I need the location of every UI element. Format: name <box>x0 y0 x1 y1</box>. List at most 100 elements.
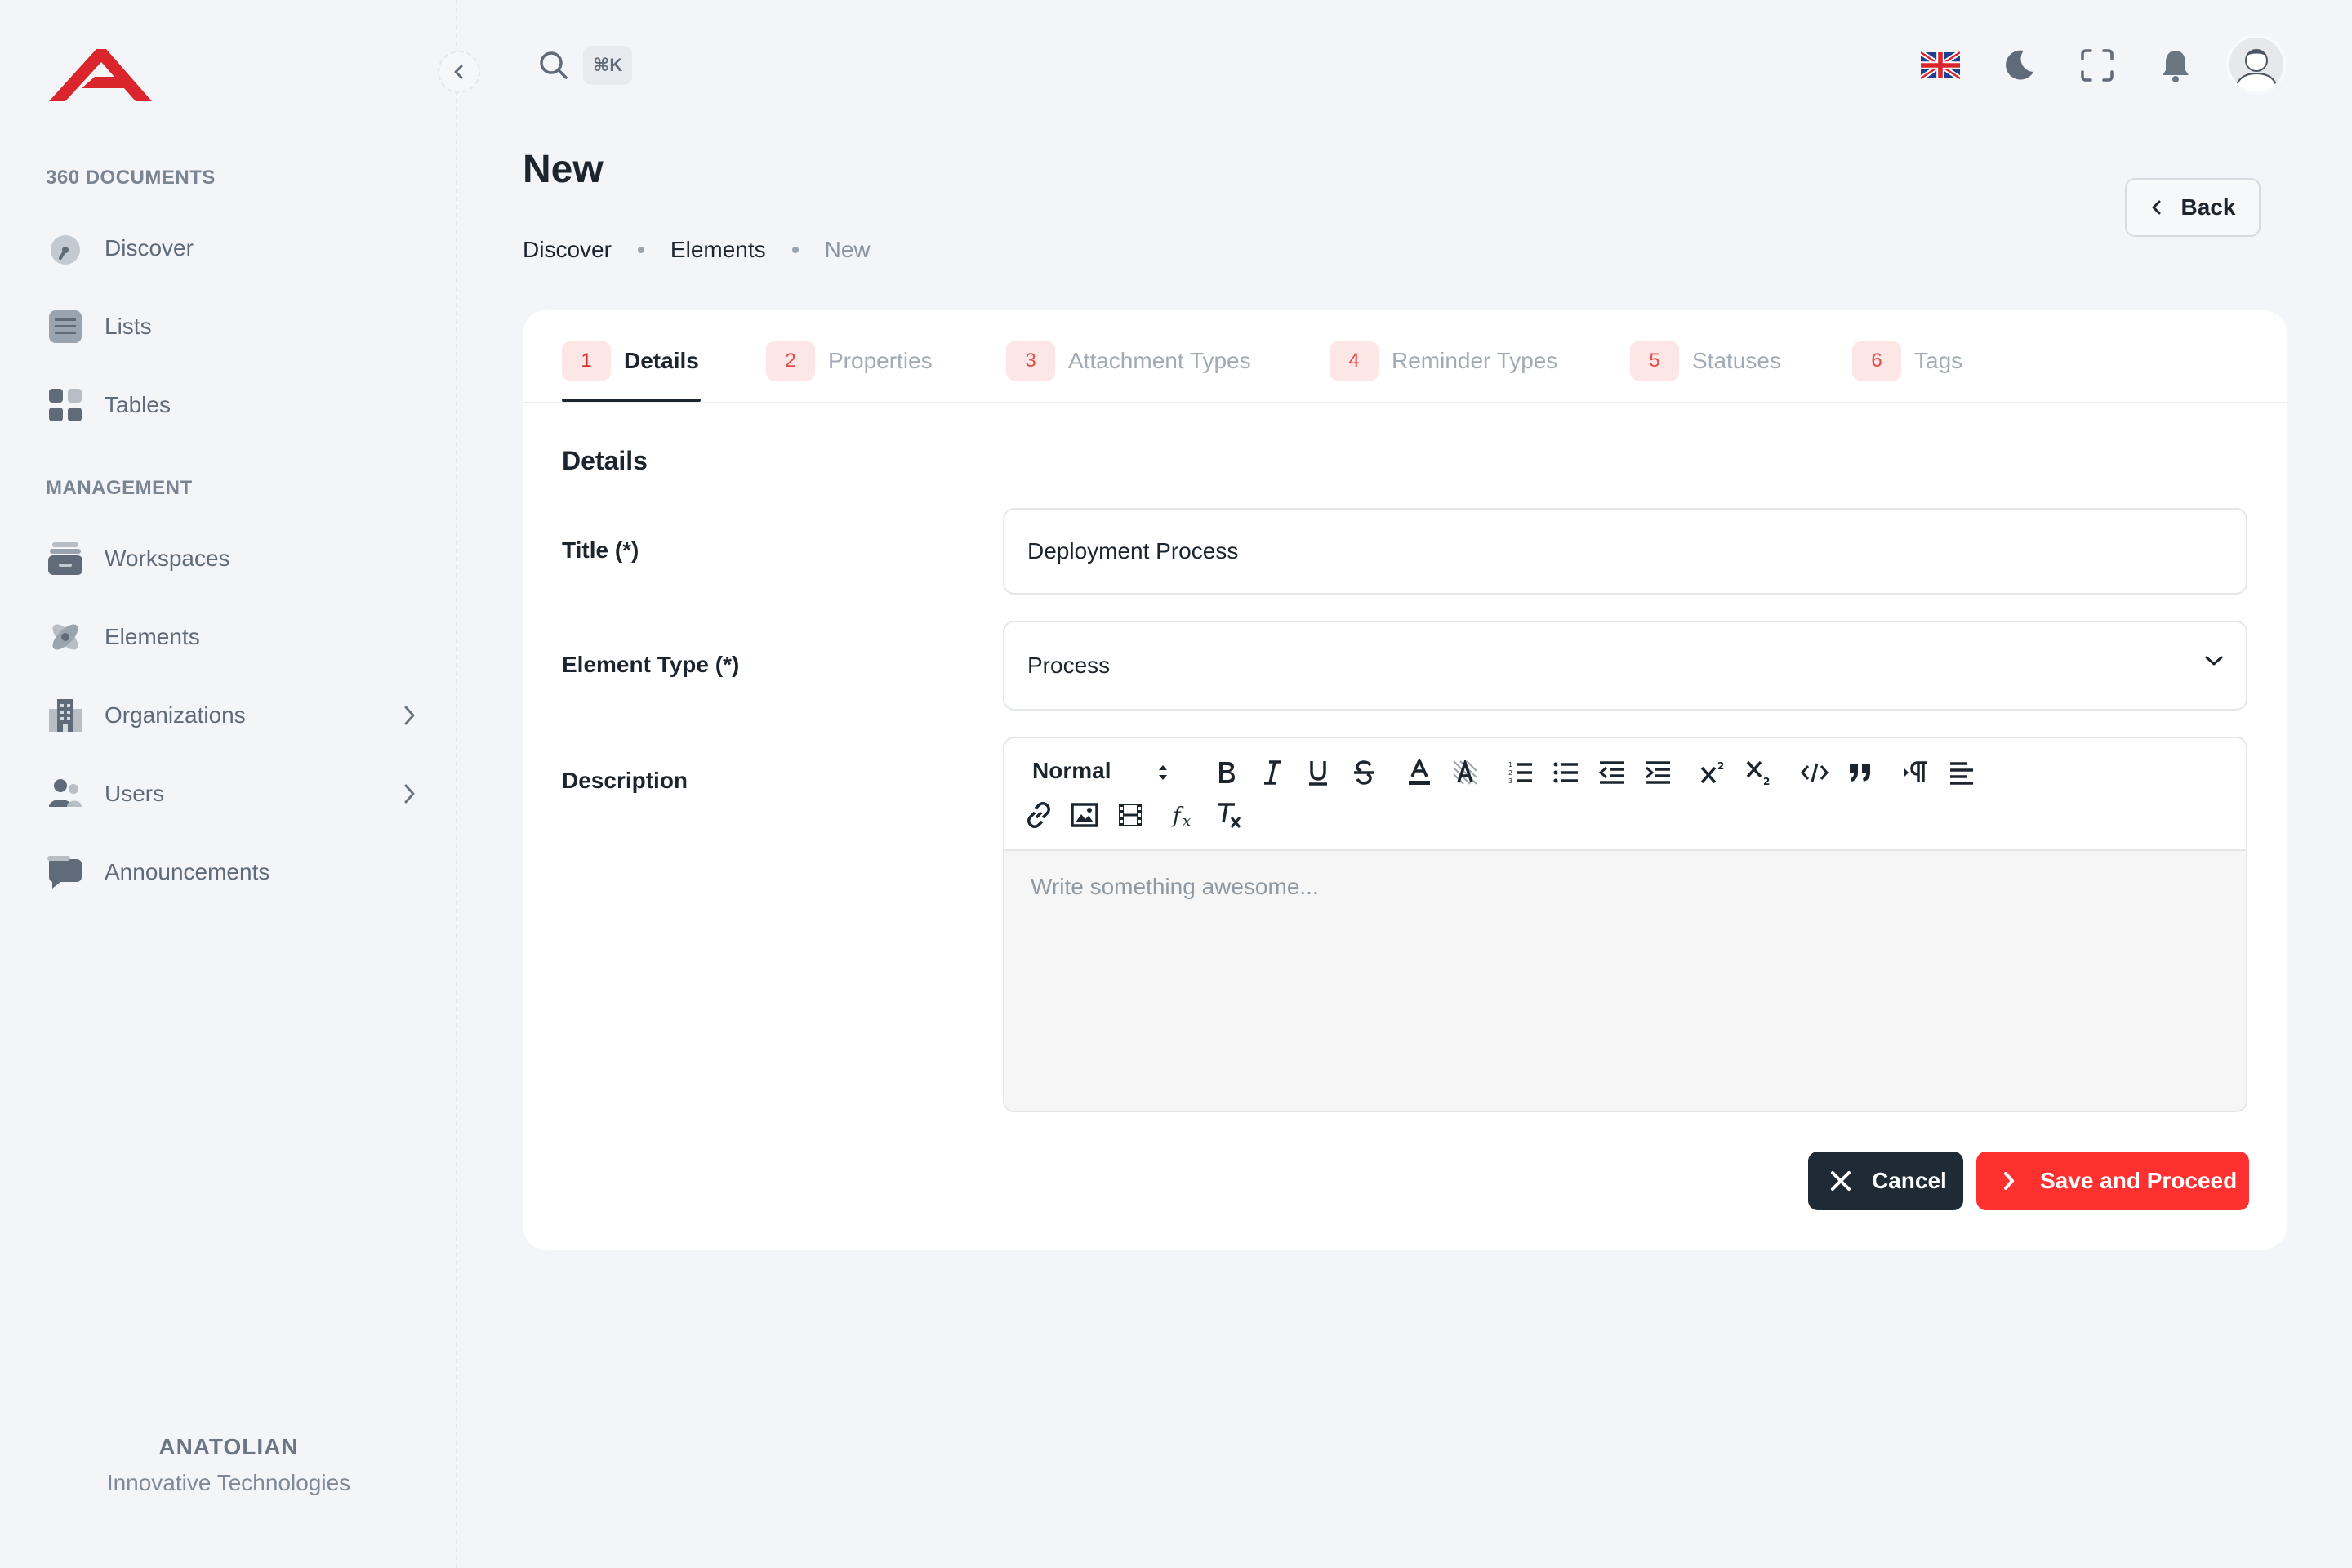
user-avatar-icon <box>2234 49 2279 91</box>
title-input[interactable]: Deployment Process <box>1003 508 2247 595</box>
company-logo[interactable] <box>49 47 152 105</box>
italic-button[interactable] <box>1256 756 1289 789</box>
description-editor: Normal 123 2 2 fx Write something awesom… <box>1003 737 2247 1112</box>
clear-formatting-button[interactable] <box>1214 799 1246 831</box>
italic-icon <box>1264 760 1281 785</box>
tab-step-number: 5 <box>1630 341 1679 381</box>
tab-details[interactable]: 1 Details <box>562 341 699 403</box>
search-shortcut-badge[interactable]: ⌘K <box>583 46 633 85</box>
text-direction-button[interactable] <box>1900 756 1932 789</box>
subscript-button[interactable]: 2 <box>1743 756 1775 789</box>
element-type-select[interactable]: Process <box>1003 621 2247 710</box>
tab-step-number: 1 <box>562 341 611 381</box>
breadcrumb-current: New <box>824 237 871 262</box>
atom-icon <box>46 617 85 657</box>
text-color-icon <box>1409 759 1430 785</box>
bullet-list-button[interactable] <box>1550 756 1583 789</box>
indent-button[interactable] <box>1642 756 1674 789</box>
sidebar-item-label: Lists <box>105 314 152 339</box>
text-color-button[interactable] <box>1403 756 1436 789</box>
svg-text:x: x <box>1183 813 1191 829</box>
underline-icon <box>1309 761 1327 786</box>
sidebar-item-lists[interactable]: Lists <box>46 294 418 359</box>
sidebar-item-label: Workspaces <box>105 546 230 571</box>
editor-placeholder: Write something awesome... <box>1031 874 1319 899</box>
video-button[interactable] <box>1114 799 1147 831</box>
save-and-proceed-button[interactable]: Save and Proceed <box>1976 1152 2249 1210</box>
breadcrumb-elements[interactable]: Elements <box>670 237 766 263</box>
quote-icon <box>1850 764 1870 782</box>
link-button[interactable] <box>1022 799 1055 831</box>
fullscreen-button[interactable] <box>2078 46 2117 85</box>
sidebar-item-discover[interactable]: Discover <box>46 216 418 281</box>
breadcrumb-separator <box>791 247 799 253</box>
title-label: Title (*) <box>562 537 639 563</box>
background-color-button[interactable] <box>1449 756 1481 789</box>
formula-button[interactable]: fx <box>1169 799 1202 831</box>
breadcrumb-discover[interactable]: Discover <box>523 237 612 263</box>
svg-text:2: 2 <box>1717 760 1724 772</box>
language-button[interactable] <box>1921 46 1960 85</box>
editor-toolbar: Normal 123 2 2 fx <box>1004 738 2246 851</box>
align-button[interactable] <box>1945 756 1978 789</box>
user-avatar[interactable] <box>2226 34 2287 95</box>
tab-statuses[interactable]: 5 Statuses <box>1630 341 1781 403</box>
sidebar-item-users[interactable]: Users <box>46 761 418 826</box>
bold-button[interactable] <box>1210 756 1243 789</box>
active-tab-indicator <box>562 399 701 402</box>
description-label: Description <box>562 768 688 793</box>
close-icon <box>1826 1166 1855 1196</box>
sidebar-item-announcements[interactable]: Announcements <box>46 840 418 905</box>
element-type-value: Process <box>1027 653 1111 678</box>
tab-properties[interactable]: 2 Properties <box>766 341 933 403</box>
page-title: New <box>523 148 604 191</box>
tab-step-number: 6 <box>1852 341 1901 381</box>
title-input-value: Deployment Process <box>1027 538 1239 564</box>
tab-attachment-types[interactable]: 3 Attachment Types <box>1006 341 1251 403</box>
search-icon[interactable] <box>537 49 570 82</box>
dark-mode-button[interactable] <box>1999 46 2038 85</box>
subscript-icon: 2 <box>1746 760 1770 786</box>
underline-button[interactable] <box>1302 756 1334 789</box>
code-icon <box>1801 763 1829 782</box>
inbox-icon <box>46 539 85 578</box>
brand-name: ANATOLIAN <box>158 1434 299 1459</box>
tab-step-number: 4 <box>1330 341 1379 381</box>
bullet-list-icon <box>1553 762 1578 783</box>
tab-label: Properties <box>828 348 933 373</box>
tab-reminder-types[interactable]: 4 Reminder Types <box>1330 341 1557 403</box>
sidebar-item-workspaces[interactable]: Workspaces <box>46 526 418 591</box>
collapse-sidebar-button[interactable] <box>438 51 480 93</box>
notifications-button[interactable] <box>2156 46 2195 85</box>
format-select[interactable]: Normal <box>1004 738 1184 795</box>
superscript-button[interactable]: 2 <box>1697 756 1730 789</box>
sidebar-item-organizations[interactable]: Organizations <box>46 683 418 748</box>
sidebar-item-tables[interactable]: Tables <box>46 372 418 438</box>
tab-label: Reminder Types <box>1392 348 1558 373</box>
tab-step-number: 3 <box>1006 341 1055 381</box>
image-button[interactable] <box>1068 799 1101 831</box>
cancel-button-label: Cancel <box>1872 1168 1947 1193</box>
users-icon <box>46 774 85 813</box>
sort-arrows-icon <box>1159 765 1167 780</box>
code-block-button[interactable] <box>1798 756 1831 789</box>
moon-icon <box>2006 50 2034 80</box>
list-icon <box>46 307 85 346</box>
blockquote-button[interactable] <box>1844 756 1877 789</box>
back-button[interactable]: Back <box>2125 178 2261 237</box>
tab-tags[interactable]: 6 Tags <box>1852 341 1962 403</box>
cancel-button[interactable]: Cancel <box>1808 1152 1963 1210</box>
tab-label: Tags <box>1914 348 1963 373</box>
video-icon <box>1119 804 1142 826</box>
ordered-list-icon: 123 <box>1508 761 1532 785</box>
brand-tagline: Innovative Technologies <box>106 1470 351 1495</box>
chevron-left-icon <box>454 65 463 79</box>
ordered-list-button[interactable]: 123 <box>1504 756 1537 789</box>
breadcrumb-separator <box>637 247 644 253</box>
strikethrough-button[interactable] <box>1348 756 1380 789</box>
svg-text:2: 2 <box>1763 776 1770 786</box>
editor-content[interactable]: Write something awesome... <box>1004 851 2246 1111</box>
sidebar-item-elements[interactable]: Elements <box>46 604 418 670</box>
svg-text:2: 2 <box>1508 769 1512 777</box>
outdent-button[interactable] <box>1596 756 1628 789</box>
